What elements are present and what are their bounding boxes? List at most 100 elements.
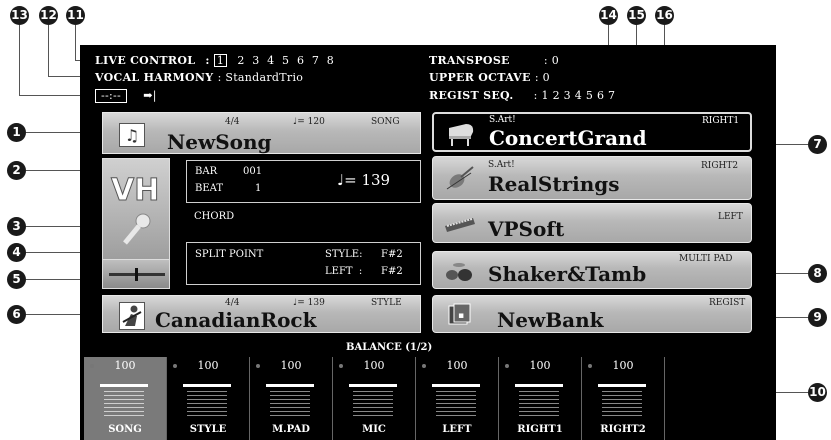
song-tag: SONG (371, 117, 400, 127)
balance-channel-right1[interactable]: 100 RIGHT1 (499, 357, 581, 440)
regist-panel[interactable]: ▪ REGIST NewBank (432, 295, 752, 333)
chord-label: CHORD (194, 211, 235, 222)
split-point-box[interactable]: SPLIT POINT STYLE: F#2 LEFT : F#2 (186, 242, 421, 285)
leader-11 (75, 25, 76, 61)
multipad-tag: MULTI PAD (679, 254, 733, 264)
style-time-signature: 4/4 (225, 298, 240, 308)
balance-title: BALANCE (1/2) (346, 342, 433, 353)
callout-3: 3 (7, 217, 26, 236)
callout-7: 7 (808, 135, 827, 154)
live-control-colon: : (205, 54, 210, 67)
timer-reset-icon[interactable]: ➡| (143, 89, 157, 102)
channel-label: RIGHT1 (517, 424, 563, 435)
regist-seq-row[interactable]: REGIST SEQ. : 1 2 3 4 5 6 7 (429, 89, 615, 102)
leader-7 (776, 144, 808, 145)
leader-10 (776, 392, 808, 393)
voice-right2-panel[interactable]: S.Art! RIGHT2 RealStrings (432, 156, 752, 200)
transpose-row[interactable]: TRANSPOSE : 0 (429, 54, 559, 67)
channel-level: 100 (446, 359, 468, 372)
split-style-value: F#2 (381, 249, 403, 260)
part-balance-slider[interactable] (102, 259, 170, 289)
vocal-harmony-value: : StandardTrio (217, 71, 304, 84)
style-tag: STYLE (371, 298, 402, 308)
channel-level: 100 (280, 359, 302, 372)
slider-handle[interactable] (135, 268, 138, 281)
balance-channel-right2[interactable]: 100 RIGHT2 (582, 357, 664, 440)
voice-right1-panel[interactable]: S.Art! RIGHT1 ConcertGrand (432, 112, 752, 152)
live-control-others: 2 3 4 5 6 7 8 (237, 54, 335, 67)
keyboard-icon (443, 212, 477, 238)
voice-left-panel[interactable]: LEFT VPSoft (432, 203, 752, 243)
svg-text:▪: ▪ (458, 311, 464, 321)
channel-fader[interactable] (183, 384, 231, 387)
song-tempo-note: ♩= (293, 117, 305, 127)
split-left-label: LEFT : (325, 266, 363, 277)
vocal-harmony-label: VH (110, 173, 160, 209)
balance-channel-mic[interactable]: 100 MIC (333, 357, 415, 440)
song-tempo: ♩= 120 (293, 117, 325, 127)
vocal-harmony-row[interactable]: VOCAL HARMONY : StandardTrio (95, 71, 303, 84)
song-tempo-value: 120 (307, 117, 325, 127)
upper-octave-value: : 0 (534, 71, 550, 84)
channel-label: STYLE (189, 424, 227, 435)
channel-fader[interactable] (432, 384, 480, 387)
position-tempo-note: ♩= (337, 171, 357, 189)
channel-fader[interactable] (100, 384, 148, 387)
channel-label: MIC (362, 424, 386, 435)
voice-right2-name: RealStrings (488, 172, 620, 196)
guitar-player-icon (119, 302, 145, 330)
live-control-label: LIVE CONTROL (95, 54, 196, 67)
callout-11: 11 (66, 6, 85, 25)
live-control-current: 1 (213, 54, 228, 67)
violin-icon (445, 165, 475, 193)
song-panel[interactable]: ♫ 4/4 ♩= 120 SONG NewSong (102, 112, 421, 154)
channel-meter (104, 391, 144, 417)
balance-channel-m-pad[interactable]: 100 M.PAD (250, 357, 332, 440)
balance-channel-left[interactable]: 100 LEFT (416, 357, 498, 440)
multipad-panel[interactable]: MULTI PAD Shaker&Tamb (432, 251, 752, 289)
vocal-harmony-label: VOCAL HARMONY (95, 71, 214, 84)
music-note-icon: ♫ (119, 123, 145, 147)
callout-14: 14 (599, 6, 618, 25)
live-control-row[interactable]: LIVE CONTROL : 1 2 3 4 5 6 7 8 (95, 54, 334, 67)
style-panel[interactable]: 4/4 ♩= 139 STYLE CanadianRock (102, 295, 421, 333)
upper-octave-row[interactable]: UPPER OCTAVE : 0 (429, 71, 550, 84)
channel-meter (270, 391, 310, 417)
style-tempo-note: ♩= (293, 298, 305, 308)
transpose-label: TRANSPOSE (429, 54, 510, 67)
callout-9: 9 (808, 308, 827, 327)
leader-12 (48, 25, 49, 76)
channel-label: RIGHT2 (600, 424, 646, 435)
beat-label: BEAT (195, 183, 223, 194)
beat-value: 1 (255, 183, 262, 194)
channel-level: 100 (612, 359, 634, 372)
position-tempo-value: 139 (361, 171, 391, 189)
song-name: NewSong (167, 130, 272, 154)
channel-meter (187, 391, 227, 417)
timer-row[interactable]: --:-- ➡| (95, 89, 157, 103)
channel-meter (519, 391, 559, 417)
channel-fader[interactable] (266, 384, 314, 387)
channel-fader[interactable] (598, 384, 646, 387)
channel-fader[interactable] (515, 384, 563, 387)
split-style-label: STYLE: (325, 249, 363, 260)
balance-channel-style[interactable]: 100 STYLE (167, 357, 249, 440)
voice-right1-name: ConcertGrand (489, 126, 647, 150)
channel-label: LEFT (442, 424, 472, 435)
vocal-harmony-button[interactable]: VH (102, 158, 170, 268)
channel-label: SONG (108, 424, 142, 435)
callout-6: 6 (7, 305, 26, 324)
callout-10: 10 (808, 383, 827, 402)
channel-meter (602, 391, 642, 417)
timer-value: --:-- (95, 89, 128, 103)
position-box: BAR 001 BEAT 1 ♩= 139 (186, 160, 421, 203)
channel-fader[interactable] (349, 384, 397, 387)
callout-12: 12 (39, 6, 58, 25)
channel-level: 100 (114, 359, 136, 372)
main-screen: LIVE CONTROL : 1 2 3 4 5 6 7 8 VOCAL HAR… (80, 45, 776, 440)
split-point-label: SPLIT POINT (195, 249, 264, 260)
upper-octave-label: UPPER OCTAVE (429, 71, 531, 84)
balance-channel-song[interactable]: 100 SONG (84, 357, 166, 440)
regist-seq-label: REGIST SEQ. (429, 89, 514, 102)
leader-13h (19, 95, 89, 96)
